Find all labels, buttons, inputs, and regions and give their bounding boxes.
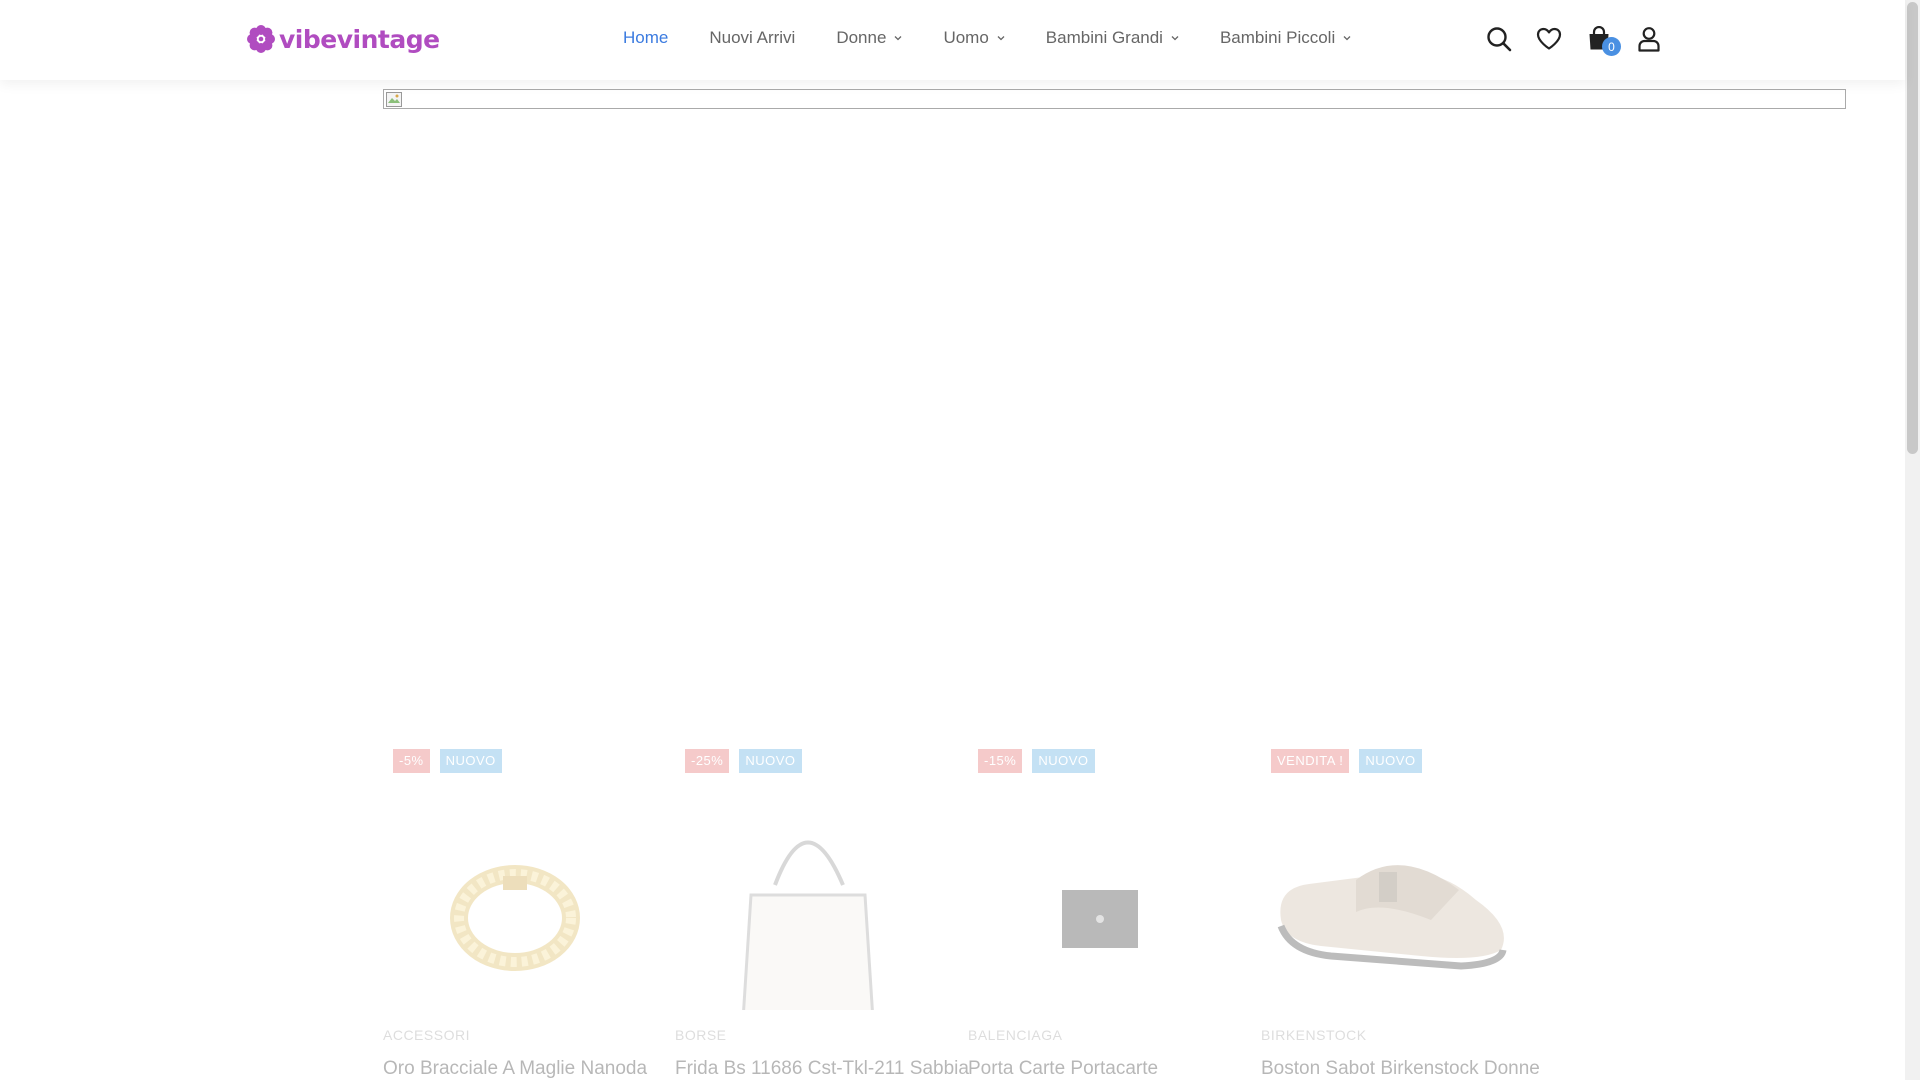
account-button[interactable] xyxy=(1634,22,1664,56)
discount-badge: -25% xyxy=(685,749,730,773)
search-button[interactable] xyxy=(1484,22,1514,56)
search-icon xyxy=(1487,27,1512,52)
nav-item-bambini-grandi[interactable]: Bambini Grandi xyxy=(1046,28,1179,48)
scrollbar-thumb[interactable] xyxy=(1907,2,1918,454)
nav-item-label: Uomo xyxy=(943,28,989,47)
chevron-down-icon xyxy=(997,36,1005,41)
nav-item-label: Nuovi Arrivi xyxy=(709,28,796,47)
cart-count-badge: 0 xyxy=(1602,37,1621,56)
new-badge: NUOVO xyxy=(1032,749,1095,773)
product-card[interactable]: -15% NUOVO BALENCIAGA Porta Carte Portacart… xyxy=(968,740,1248,1080)
product-brand[interactable]: BORSE xyxy=(675,1027,727,1043)
nav-item-donne[interactable]: Donne xyxy=(836,28,902,48)
chevron-down-icon xyxy=(1343,36,1351,41)
product-brand[interactable]: BALENCIAGA xyxy=(968,1027,1062,1043)
nav-item-label: Bambini Grandi xyxy=(1045,28,1163,47)
discount-badge: -15% xyxy=(978,749,1023,773)
product-image[interactable] xyxy=(675,780,955,1022)
nav-item-home[interactable]: Home xyxy=(623,28,668,48)
wishlist-button[interactable] xyxy=(1534,22,1564,56)
new-badge: NUOVO xyxy=(1359,749,1422,773)
nav-item-label: Bambini Piccoli xyxy=(1219,28,1336,47)
product-name[interactable]: Porta Carte Portacarte xyxy=(968,1058,1158,1080)
nav-item-label: Donne xyxy=(836,28,887,47)
nav-item-uomo[interactable]: Uomo xyxy=(943,28,1005,48)
product-badges: VENDITA ! NUOVO xyxy=(1271,749,1432,773)
user-icon xyxy=(1638,27,1660,52)
nav-item-label: Home xyxy=(623,28,669,47)
flower-logo-icon xyxy=(247,25,275,53)
logo[interactable]: vibevintage xyxy=(246,24,440,54)
discount-badge: -5% xyxy=(393,749,430,773)
hero-banner-image xyxy=(383,89,1846,109)
cart-button[interactable]: 0 xyxy=(1584,22,1621,56)
product-badges: -5% NUOVO xyxy=(393,749,512,773)
main-nav: Home Nuovi Arrivi Donne Uomo Bambini Grandi B… xyxy=(623,28,1392,48)
product-badges: -25% NUOVO xyxy=(685,749,812,773)
product-name[interactable]: Frida Bs 11686 Cst-Tkl-211 Sabbia xyxy=(675,1058,969,1080)
product-image[interactable] xyxy=(383,780,663,1010)
discount-badge: VENDITA ! xyxy=(1271,749,1350,773)
heart-icon xyxy=(1536,27,1562,50)
nav-item-bambini-piccoli[interactable]: Bambini Piccoli xyxy=(1220,28,1351,48)
header-icons: 0 xyxy=(1484,22,1684,56)
chevron-down-icon xyxy=(894,36,902,41)
product-brand[interactable]: BIRKENSTOCK xyxy=(1261,1027,1367,1043)
product-card[interactable]: VENDITA ! NUOVO BIRKENSTOCK Boston Sabot Bi… xyxy=(1261,740,1541,1080)
product-card[interactable]: -5% NUOVO ACCESSORI Oro Bracciale A Maglie … xyxy=(383,740,663,1080)
new-badge: NUOVO xyxy=(439,749,502,773)
logo-text: vibevintage xyxy=(279,24,440,54)
product-brand[interactable]: ACCESSORI xyxy=(383,1027,470,1043)
nav-item-nuovi-arrivi[interactable]: Nuovi Arrivi xyxy=(709,28,795,48)
product-name[interactable]: Boston Sabot Birkenstock Donne xyxy=(1261,1058,1540,1080)
page-scrollbar[interactable] xyxy=(1905,0,1920,1080)
chevron-down-icon xyxy=(1171,36,1179,41)
broken-image-icon xyxy=(386,92,402,107)
product-card[interactable]: -25% NUOVO BORSE Frida Bs 11686 Cst-Tkl-211… xyxy=(675,740,969,1080)
new-badge: NUOVO xyxy=(739,749,802,773)
product-image[interactable] xyxy=(1261,780,1541,1010)
product-image[interactable] xyxy=(968,780,1248,1010)
product-name[interactable]: Oro Bracciale A Maglie Nanoda xyxy=(383,1058,647,1080)
site-header: vibevintage Home Nuovi Arrivi Donne Uomo Bam… xyxy=(0,0,1905,80)
product-badges: -15% NUOVO xyxy=(978,749,1105,773)
